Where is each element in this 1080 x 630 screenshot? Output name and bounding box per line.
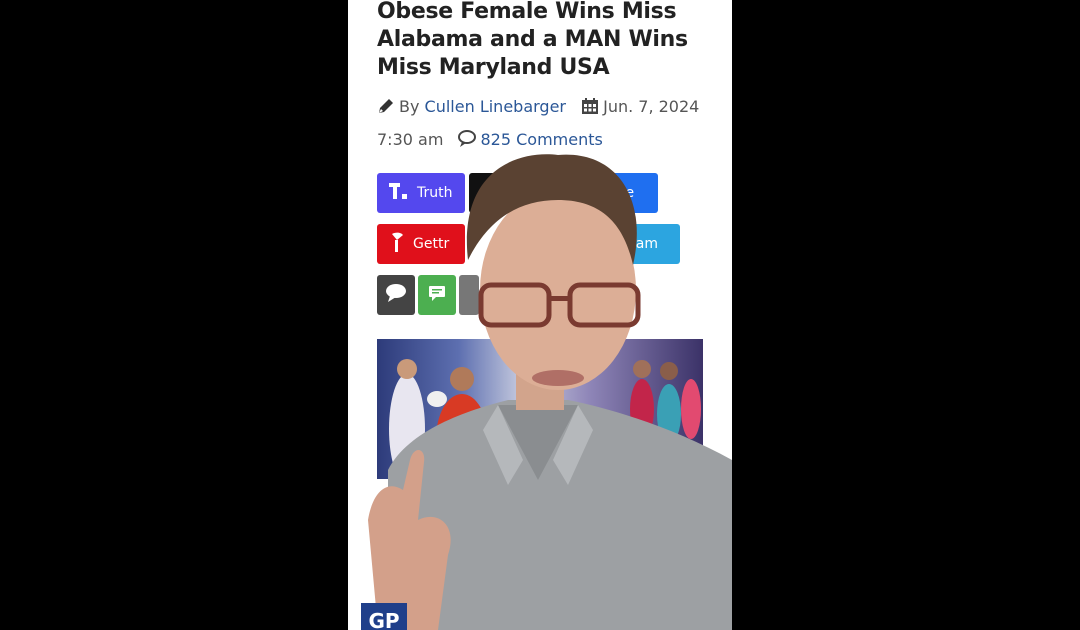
presenter-overlay — [368, 154, 732, 630]
article-panel: Obese Female Wins Miss Alabama and a MAN… — [348, 0, 732, 630]
gp-logo: GP — [361, 603, 407, 630]
